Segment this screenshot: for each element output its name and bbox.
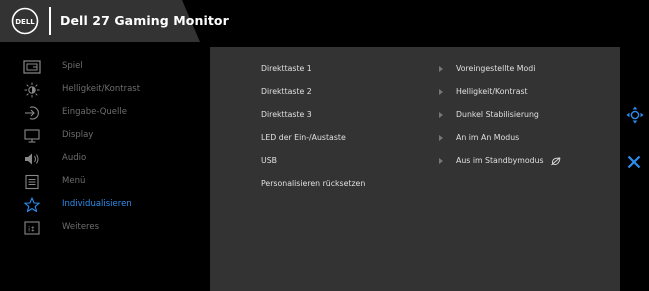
menu-item-label: Eingabe-Quelle — [62, 107, 127, 117]
menu-item-label: Individualisieren — [62, 199, 132, 209]
submenu-panel: Direkttaste 1 Voreingestellte Modi Direk… — [210, 47, 620, 291]
eco-icon — [550, 157, 561, 166]
menu-icon — [23, 174, 41, 190]
menu-item-personalize[interactable]: Individualisieren — [16, 194, 210, 217]
control-column — [620, 47, 649, 291]
chevron-right-icon — [439, 89, 443, 95]
submenu-item-value-wrap: Aus im Standbymodus — [456, 156, 561, 166]
submenu-item-label: Personalisieren rücksetzen — [261, 179, 366, 188]
submenu-item-value: Aus im Standbymodus — [456, 156, 544, 165]
menu-item-menu[interactable]: Menü — [16, 171, 210, 194]
submenu-item-usb[interactable]: USB Aus im Standbymodus — [210, 150, 620, 173]
menu-item-audio[interactable]: Audio — [16, 148, 210, 171]
submenu-item-label: Direkttaste 2 — [261, 87, 312, 96]
submenu-item-value: Dunkel Stabilisierung — [456, 110, 539, 119]
title-divider — [49, 7, 51, 35]
title-bar: DELL Dell 27 Gaming Monitor — [0, 0, 649, 42]
svg-text:i↕: i↕ — [28, 226, 36, 234]
svg-text:DELL: DELL — [15, 18, 35, 26]
chevron-right-icon — [439, 135, 443, 141]
submenu-item-value: Voreingestellte Modi — [456, 64, 536, 73]
menu-item-others[interactable]: i↕ Weiteres — [16, 217, 210, 240]
menu-item-label: Menü — [62, 176, 86, 186]
others-icon: i↕ — [23, 220, 41, 236]
submenu-item-power-button-led[interactable]: LED der Ein-/Austaste An im An Modus — [210, 127, 620, 150]
submenu-item-reset-personalization[interactable]: Personalisieren rücksetzen — [210, 173, 620, 196]
submenu-item-value: An im An Modus — [456, 133, 520, 142]
submenu-item-label: Direkttaste 3 — [261, 110, 312, 119]
chevron-right-icon — [439, 158, 443, 164]
menu-item-label: Helligkeit/Kontrast — [62, 84, 141, 94]
submenu-item-value: Helligkeit/Kontrast — [456, 87, 528, 96]
dell-logo: DELL — [11, 7, 39, 35]
speaker-icon — [23, 151, 41, 167]
display-icon — [23, 128, 41, 144]
chevron-right-icon — [439, 112, 443, 118]
submenu-item-shortcut-key-3[interactable]: Direkttaste 3 Dunkel Stabilisierung — [210, 104, 620, 127]
submenu-item-shortcut-key-2[interactable]: Direkttaste 2 Helligkeit/Kontrast — [210, 81, 620, 104]
monitor-title: Dell 27 Gaming Monitor — [60, 13, 229, 28]
brightness-icon — [23, 82, 41, 98]
chevron-right-icon — [439, 66, 443, 72]
game-icon — [23, 59, 41, 75]
menu-item-game[interactable]: Spiel — [16, 56, 210, 79]
submenu-item-label: USB — [261, 156, 278, 165]
menu-item-label: Spiel — [62, 61, 83, 71]
close-icon[interactable] — [627, 155, 641, 169]
input-source-icon — [23, 105, 41, 121]
submenu-item-label: Direkttaste 1 — [261, 64, 312, 73]
menu-item-brightness-contrast[interactable]: Helligkeit/Kontrast — [16, 79, 210, 102]
submenu-item-shortcut-key-1[interactable]: Direkttaste 1 Voreingestellte Modi — [210, 58, 620, 81]
menu-item-label: Audio — [62, 153, 87, 163]
menu-item-display[interactable]: Display — [16, 125, 210, 148]
main-menu: Spiel Helligkeit/Kontrast Eingabe-Quelle… — [16, 47, 210, 291]
submenu-item-label: LED der Ein-/Austaste — [261, 133, 346, 142]
menu-item-input-source[interactable]: Eingabe-Quelle — [16, 102, 210, 125]
menu-item-label: Weiteres — [62, 222, 100, 232]
joystick-icon[interactable] — [626, 106, 644, 124]
star-icon — [23, 197, 41, 213]
title-band: DELL Dell 27 Gaming Monitor — [0, 0, 229, 42]
menu-item-label: Display — [62, 130, 94, 140]
